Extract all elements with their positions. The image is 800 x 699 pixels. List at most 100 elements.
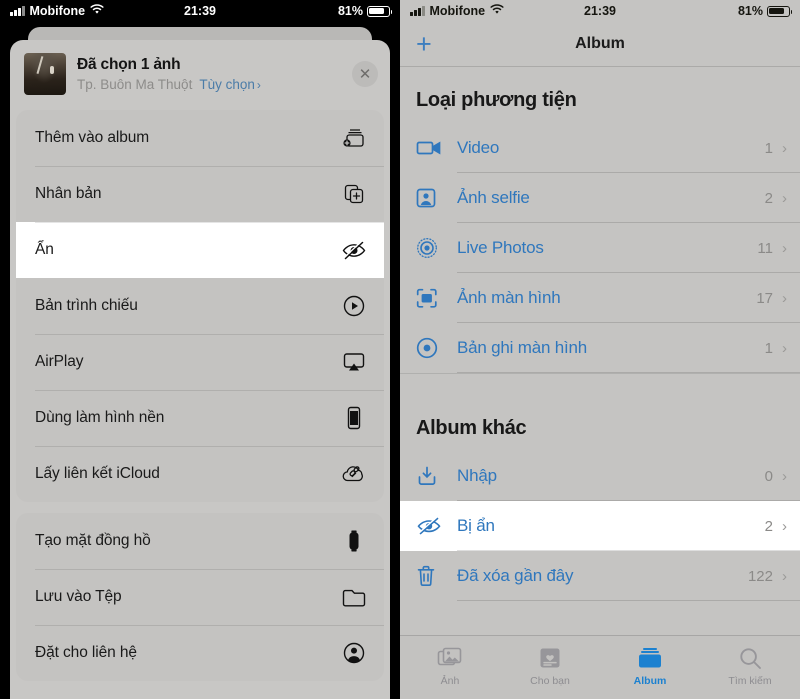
screen-record-icon	[416, 337, 457, 359]
album-label: Bản ghi màn hình	[457, 338, 588, 357]
share-sheet: Đã chọn 1 ảnh Tp. Buôn Ma Thuột Tùy chọn…	[10, 40, 390, 699]
album-label: Ảnh màn hình	[457, 288, 561, 307]
section-separator	[400, 373, 800, 395]
album-row-hidden[interactable]: Bị ẩn 2 ›	[400, 501, 800, 551]
album-count: 0	[764, 467, 773, 485]
selection-title: Đã chọn 1 ảnh	[77, 56, 181, 73]
live-photo-icon	[416, 237, 457, 259]
album-row-screen-recordings[interactable]: Bản ghi màn hình 1 ›	[400, 323, 800, 373]
share-action-duplicate[interactable]: Nhân bản	[16, 166, 384, 222]
page-title: Album	[575, 35, 625, 52]
for-you-icon	[539, 645, 561, 671]
left-screen-share-sheet: Mobifone 21:39 81% Đã chọn 1 ảnh Tp. Buô…	[0, 0, 400, 699]
options-link[interactable]: Tùy chọn ›	[199, 77, 261, 92]
import-download-icon	[416, 465, 457, 487]
row-label: Đặt cho liên hệ	[35, 644, 137, 661]
row-label: AirPlay	[35, 353, 84, 370]
share-action-save-to-files[interactable]: Lưu vào Tệp	[16, 569, 384, 625]
tab-search[interactable]: Tìm kiếm	[700, 645, 800, 687]
tab-for-you[interactable]: Cho bạn	[500, 645, 600, 687]
add-to-album-icon	[339, 124, 369, 152]
chevron-right-icon: ›	[782, 139, 787, 157]
screenshot-icon	[416, 288, 457, 309]
hide-eye-slash-icon	[339, 236, 369, 264]
section-title-media-types: Loại phương tiện	[416, 89, 577, 111]
share-action-add-to-album[interactable]: Thêm vào album	[16, 110, 384, 166]
album-count: 122	[747, 567, 773, 585]
tab-label: Ảnh	[440, 675, 460, 687]
navigation-bar: + Album	[400, 22, 800, 66]
album-row-screenshots[interactable]: Ảnh màn hình 17 ›	[400, 273, 800, 323]
share-action-slideshow[interactable]: Bản trình chiếu	[16, 278, 384, 334]
album-row-video[interactable]: Video 1 ›	[400, 123, 800, 173]
status-bar-left: Mobifone 21:39 81%	[0, 0, 400, 22]
photos-icon	[437, 645, 463, 671]
share-actions-group-1: Thêm vào album Nhân bản Ẩn Bản trình chi…	[16, 110, 384, 502]
carrier-label: Mobifone	[29, 4, 86, 18]
album-label: Live Photos	[457, 238, 544, 257]
share-action-airplay[interactable]: AirPlay	[16, 334, 384, 390]
share-action-hide[interactable]: Ẩn	[16, 222, 384, 278]
share-action-use-as-wallpaper[interactable]: Dùng làm hình nền	[16, 390, 384, 446]
battery-icon	[367, 5, 393, 17]
tab-albums[interactable]: Album	[600, 645, 700, 687]
chevron-right-icon: ›	[782, 517, 787, 535]
options-label: Tùy chọn	[199, 77, 255, 92]
share-action-create-watch-face[interactable]: Tạo mặt đồng hồ	[16, 513, 384, 569]
location-label: Tp. Buôn Ma Thuột	[77, 77, 193, 92]
chevron-right-icon: ›	[782, 567, 787, 585]
share-actions-group-2: Tạo mặt đồng hồ Lưu vào Tệp Đặt cho liên…	[16, 513, 384, 681]
album-label: Bị ẩn	[457, 516, 495, 535]
status-bar-right-group: 81%	[338, 4, 393, 18]
row-label: Ẩn	[35, 241, 54, 258]
share-sheet-header-text: Đã chọn 1 ảnh Tp. Buôn Ma Thuột Tùy chọn…	[77, 56, 341, 92]
airplay-icon	[339, 348, 369, 376]
options-chevron-icon: ›	[256, 78, 261, 92]
albums-list[interactable]: Loại phương tiện Video 1 › Ảnh selfie 2 …	[400, 67, 800, 635]
folder-icon	[339, 583, 369, 611]
tab-bar: Ảnh Cho bạn Album Tìm kiếm	[400, 635, 800, 699]
status-bar-left-group: Mobifone	[410, 4, 504, 18]
duplicate-icon	[339, 180, 369, 208]
signal-bars-icon	[410, 6, 425, 16]
status-bar-left-group: Mobifone	[10, 4, 104, 18]
status-bar-right-group: 81%	[737, 4, 793, 18]
tab-label: Cho bạn	[530, 675, 570, 687]
close-icon[interactable]: ✕	[352, 61, 378, 87]
row-label: Dùng làm hình nền	[35, 409, 165, 426]
wifi-icon	[90, 4, 104, 18]
album-label: Nhập	[457, 466, 497, 485]
icloud-link-icon	[339, 460, 369, 488]
chevron-right-icon: ›	[782, 467, 787, 485]
section-title-other-albums: Album khác	[416, 417, 527, 439]
album-row-live-photos[interactable]: Live Photos 11 ›	[400, 223, 800, 273]
chevron-right-icon: ›	[782, 239, 787, 257]
album-count: 1	[764, 339, 773, 357]
battery-percent-label: 81%	[737, 4, 763, 18]
tab-photos[interactable]: Ảnh	[400, 645, 500, 687]
row-label: Thêm vào album	[35, 129, 150, 146]
album-row-selfies[interactable]: Ảnh selfie 2 ›	[400, 173, 800, 223]
status-bar-right: Mobifone 21:39 81%	[400, 0, 800, 22]
selection-subtitle-row: Tp. Buôn Ma Thuột Tùy chọn ›	[77, 77, 341, 92]
album-count: 1	[764, 139, 773, 157]
contact-person-icon	[339, 639, 369, 667]
share-action-copy-icloud-link[interactable]: Lấy liên kết iCloud	[16, 446, 384, 502]
tab-label: Album	[633, 675, 667, 687]
share-action-assign-to-contact[interactable]: Đặt cho liên hệ	[16, 625, 384, 681]
album-count: 11	[757, 239, 773, 257]
album-row-recently-deleted[interactable]: Đã xóa gần đây 122 ›	[400, 551, 800, 601]
trash-icon	[416, 565, 457, 587]
video-camera-icon	[416, 139, 457, 157]
tab-label: Tìm kiếm	[728, 675, 772, 687]
album-label: Đã xóa gần đây	[457, 566, 574, 585]
album-count: 2	[764, 189, 773, 207]
album-row-imports[interactable]: Nhập 0 ›	[400, 451, 800, 501]
battery-icon	[767, 5, 793, 17]
screenshot-root: Mobifone 21:39 81% Đã chọn 1 ảnh Tp. Buô…	[0, 0, 800, 699]
share-sheet-header: Đã chọn 1 ảnh Tp. Buôn Ma Thuột Tùy chọn…	[10, 40, 390, 110]
wifi-icon	[490, 4, 504, 18]
row-label: Bản trình chiếu	[35, 297, 138, 314]
album-label: Video	[457, 138, 500, 157]
row-label: Lưu vào Tệp	[35, 588, 122, 605]
